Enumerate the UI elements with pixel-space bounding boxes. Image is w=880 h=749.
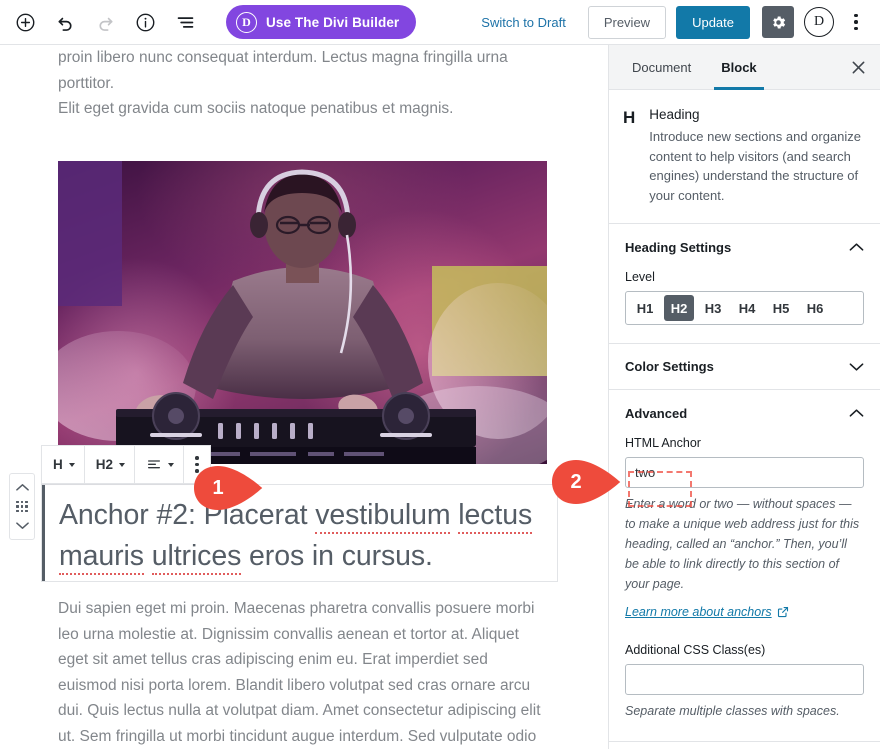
chevron-down-icon [168,462,175,467]
panel-body-advanced: HTML Anchor Enter a word or two — withou… [609,436,880,742]
level-option-h3[interactable]: H3 [698,295,728,321]
content-info-icon[interactable] [129,6,161,38]
level-option-h4[interactable]: H4 [732,295,762,321]
editor-canvas: proin libero nunc consequat interdum. Le… [0,45,608,749]
use-divi-builder-button[interactable]: D Use The Divi Builder [226,5,417,39]
add-block-icon[interactable] [9,6,41,38]
sidebar-tabs: Document Block [609,45,880,90]
move-block-down-button[interactable] [11,518,33,534]
editor-top-bar: D Use The Divi Builder Switch to Draft P… [0,0,880,45]
block-navigation-icon[interactable] [169,6,201,38]
tab-block[interactable]: Block [706,45,771,90]
block-mover [9,473,35,540]
learn-more-about-anchors-link[interactable]: Learn more about anchors [625,605,789,619]
external-link-icon [777,606,788,618]
chevron-down-icon [849,362,864,372]
level-option-h2[interactable]: H2 [664,295,694,321]
heading-text[interactable]: Anchor #2: Placerat vestibulum lectus ma… [59,495,539,577]
more-options-icon[interactable] [842,6,870,38]
panel-header-heading-settings[interactable]: Heading Settings [609,224,880,270]
block-info-description: Introduce new sections and organize cont… [649,129,862,203]
image-block[interactable] [58,161,547,464]
topbar-right-actions: Switch to Draft Preview Update D [481,5,880,39]
close-icon [852,61,864,73]
switch-to-draft-link[interactable]: Switch to Draft [481,15,566,30]
heading-block-selected[interactable]: Anchor #2: Placerat vestibulum lectus ma… [41,484,558,582]
divi-logo-icon: D [236,11,257,33]
block-toolbar: H H2 [41,445,211,484]
level-field-label: Level [625,270,655,284]
divi-button-label: Use The Divi Builder [266,14,400,30]
block-more-options-button[interactable] [184,446,210,483]
panel-body-heading-settings: Level H1 H2 H3 H4 H5 H6 [609,270,880,344]
chevron-up-icon [849,242,864,252]
divi-settings-icon[interactable]: D [804,7,834,37]
heading-part: eros in cursus. [241,540,433,572]
heading-block-icon: H [623,108,636,127]
html-anchor-input[interactable] [625,457,864,488]
html-anchor-help-text: Enter a word or two — without spaces — t… [625,497,860,591]
block-type-switcher[interactable]: H [42,446,85,483]
block-settings-sidebar: Document Block H Heading Introduce new s… [608,45,880,749]
level-option-h1[interactable]: H1 [630,295,660,321]
paragraph-line: Elit eget gravida cum sociis natoque pen… [58,100,454,117]
heading-part: Anchor #2: Placerat [59,499,316,531]
dj-figure-graphic [58,169,547,464]
level-option-h6[interactable]: H6 [800,295,830,321]
paragraph-line: proin libero nunc consequat interdum. Le… [58,49,508,92]
close-sidebar-button[interactable] [836,45,880,89]
text-align-dropdown[interactable] [135,446,185,483]
heading-level-selector: H1 H2 H3 H4 H5 H6 [625,291,864,325]
update-button[interactable]: Update [676,5,750,39]
tab-document[interactable]: Document [617,45,706,89]
panel-header-advanced[interactable]: Advanced [609,390,880,436]
css-classes-help-text: Separate multiple classes with spaces. [625,704,840,718]
level-option-h5[interactable]: H5 [766,295,796,321]
chevron-up-icon [849,408,864,418]
preview-button[interactable]: Preview [587,5,667,39]
block-info-card: H Heading Introduce new sections and org… [609,90,880,224]
align-left-icon [148,459,161,468]
undo-icon[interactable] [49,6,81,38]
drag-handle-icon[interactable] [16,500,28,513]
heading-level-label: H2 [95,457,114,472]
paragraph-block-bottom[interactable]: Dui sapien eget mi proin. Maecenas phare… [58,596,547,749]
settings-gear-button[interactable] [762,6,794,38]
heading-part-misspelled: vestibulum [315,499,451,534]
heading-level-dropdown[interactable]: H2 [85,446,136,483]
link-label: Learn more about anchors [625,605,772,619]
block-type-label: H [53,457,63,472]
chevron-up-icon [15,483,29,491]
kebab-menu-icon [195,456,199,473]
heading-part-misspelled: mauris [59,540,144,575]
chevron-down-icon [68,462,75,467]
panel-title: Heading Settings [625,239,732,255]
heading-part-misspelled: ultrices [151,540,241,575]
chevron-down-icon [15,522,29,530]
css-classes-label: Additional CSS Class(es) [625,643,766,657]
heading-part-misspelled: lectus [458,499,532,534]
panel-title: Color Settings [625,359,714,374]
chevron-down-icon [119,462,126,467]
paragraph-block-top[interactable]: proin libero nunc consequat interdum. Le… [58,45,547,122]
panel-title: Advanced [625,405,688,421]
block-info-title: Heading [649,107,700,122]
redo-icon [89,6,121,38]
panel-header-color-settings[interactable]: Color Settings [609,344,880,390]
block-selection-indicator [42,485,45,581]
additional-css-classes-input[interactable] [625,664,864,695]
topbar-left-icons: D Use The Divi Builder [0,5,417,39]
move-block-up-button[interactable] [11,479,33,495]
html-anchor-label: HTML Anchor [625,436,701,450]
